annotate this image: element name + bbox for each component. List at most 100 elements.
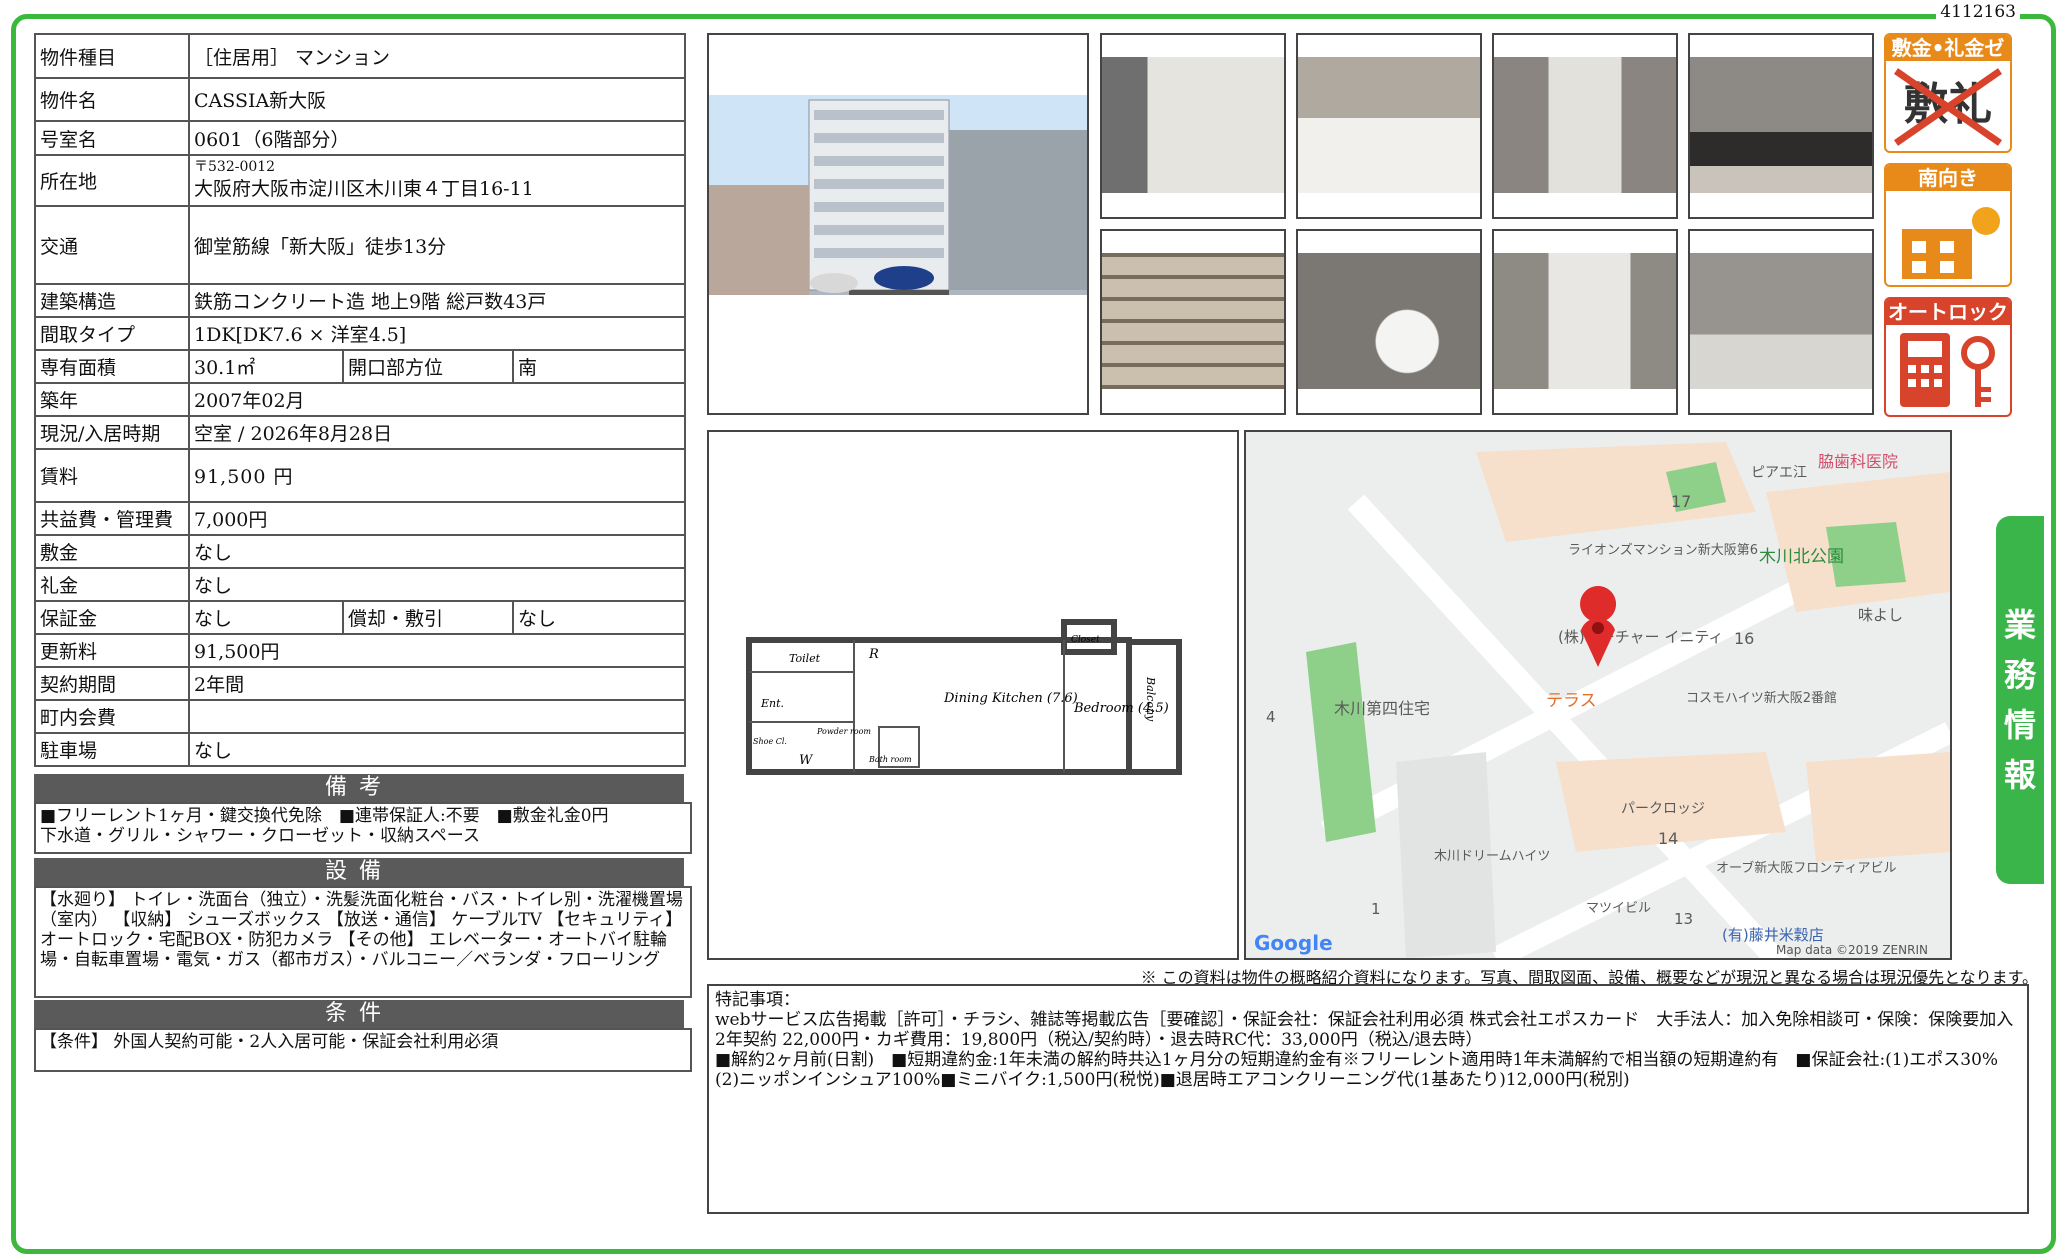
map-drawing: ピアエ江 脇歯科医院 17 ライオンズマンション新大阪第6 木川北公園 味よし … xyxy=(1246,432,1950,958)
community-fee-value xyxy=(187,699,687,734)
mgmt-fee-label: 共益費・管理費 xyxy=(34,501,190,536)
special-notes-line-1: webサービス広告掲載［許可］・チラシ、雑誌等掲載広告［要確認］・保証会社：保証… xyxy=(715,1010,2019,1050)
room-value: 0601（6階部分） xyxy=(187,120,687,156)
facing-value: 南 xyxy=(511,349,687,384)
map-label-3: ライオンズマンション新大阪第6 xyxy=(1568,542,1758,558)
map-label-1: 脇歯科医院 xyxy=(1818,452,1898,471)
equipment-text: 【水廻り】 トイレ・洗面台（独立）・洗髪洗面化粧台・バス・トイレ別・洗濯機置場（… xyxy=(34,886,692,998)
transit-value: 御堂筋線「新大阪」徒歩13分 xyxy=(187,205,687,285)
south-facing-badge: 南向き xyxy=(1884,163,2012,287)
cross-icon xyxy=(1894,68,2002,146)
area-label: 専有面積 xyxy=(34,349,190,384)
amortization-value: なし xyxy=(511,600,687,635)
layout-label: 間取タイプ xyxy=(34,316,190,351)
room-photo-closet xyxy=(1100,33,1286,219)
map-label-10: 4 xyxy=(1266,708,1276,726)
fp-closet: Closet xyxy=(1071,635,1100,645)
room-photo-bathroom xyxy=(1688,229,1874,415)
equipment-header: 設備 xyxy=(34,858,684,886)
structure-label: 建築構造 xyxy=(34,283,190,318)
map-label-0: ピアエ江 xyxy=(1751,465,1807,481)
status-value: 空室 / 2026年8月28日 xyxy=(187,415,687,450)
special-notes-line-2: ■解約2ヶ月前(日割) ■短期違約金:1年未満の解約時共込1ヶ月分の短期違約金有… xyxy=(715,1050,1999,1090)
special-notes: 特記事項： webサービス広告掲載［許可］・チラシ、雑誌等掲載広告［要確認］・保… xyxy=(707,984,2029,1214)
map-label-16: 1 xyxy=(1371,900,1381,918)
location-map[interactable]: ピアエ江 脇歯科医院 17 ライオンズマンション新大阪第6 木川北公園 味よし … xyxy=(1244,430,1952,960)
map-label-5: 味よし xyxy=(1858,606,1903,624)
room-photo-kitchen xyxy=(1296,33,1482,219)
fp-shoe-closet: Shoe Cl. xyxy=(753,737,787,746)
status-label: 現況/入居時期 xyxy=(34,415,190,450)
parking-label: 駐車場 xyxy=(34,732,190,767)
room-photo-laundry xyxy=(1688,33,1874,219)
map-label-15: オーブ新大阪フロンティアビル xyxy=(1716,860,1896,876)
floor-plan: Toilet Ent. Shoe Cl. Powder room W Bath … xyxy=(707,430,1239,960)
room-photo-toilet xyxy=(1296,229,1482,415)
address-label: 所在地 xyxy=(34,154,190,207)
autolock-title: オートロック xyxy=(1886,299,2010,325)
map-attribution: Map data ©2019 ZENRIN xyxy=(1776,943,1928,957)
map-label-8: テラス xyxy=(1546,691,1597,711)
room-label: 号室名 xyxy=(34,120,190,156)
map-label-13: 14 xyxy=(1658,829,1678,848)
fp-washer: W xyxy=(799,753,814,768)
map-label-6: 16 xyxy=(1734,629,1754,648)
map-label-11: 木川第四住宅 xyxy=(1334,699,1430,718)
contract-label: 契約期間 xyxy=(34,666,190,701)
contract-value: 2年間 xyxy=(187,666,687,701)
type-value: ［住居用］ マンション xyxy=(187,33,687,79)
transit-label: 交通 xyxy=(34,205,190,285)
conditions-header: 条件 xyxy=(34,1000,684,1028)
type-label: 物件種目 xyxy=(34,33,190,79)
fp-toilet: Toilet xyxy=(789,652,821,665)
mgmt-fee-value: 7,000円 xyxy=(187,501,687,536)
map-label-18: 13 xyxy=(1674,910,1693,928)
room-photo-entrance xyxy=(1492,33,1678,219)
autolock-badge: オートロック xyxy=(1884,297,2012,417)
rent-value: 91,500 円 xyxy=(187,448,687,503)
conditions-text: 【条件】 外国人契約可能・2人入居可能・保証会社利用必須 xyxy=(34,1028,692,1072)
building-illustration xyxy=(709,95,1087,295)
community-fee-label: 町内会費 xyxy=(34,699,190,734)
structure-value: 鉄筋コンクリート造 地上9階 総戸数43戸 xyxy=(187,283,687,318)
layout-value: 1DK[DK7.6 × 洋室4.5] xyxy=(187,316,687,351)
map-label-14: 木川ドリームハイツ xyxy=(1434,849,1550,864)
renewal-value: 91,500円 xyxy=(187,633,687,668)
deposit-label: 敷金 xyxy=(34,534,190,569)
property-spec-table: 物件種目 ［住居用］ マンション 物件名 CASSIA新大阪 号室名 0601（6階部… xyxy=(34,33,687,767)
document-id: 4112163 xyxy=(1936,2,2020,22)
remarks-text: ■フリーレント1ヶ月・鍵交換代免除 ■連帯保証人:不要 ■敷金礼金0円 下水道・… xyxy=(34,802,692,854)
side-tab-char-0: 業 xyxy=(2003,606,2036,644)
side-tab-char-2: 情 xyxy=(2003,706,2036,744)
room-photo-vanity xyxy=(1492,229,1678,415)
postal-code: 〒532-0012 xyxy=(194,159,276,175)
fp-balcony: Balcony xyxy=(1144,676,1157,722)
side-tab-char-1: 務 xyxy=(2003,656,2036,694)
map-label-9: コスモハイツ新大阪2番館 xyxy=(1686,690,1837,706)
guarantee-value: なし xyxy=(188,600,344,635)
map-label-4: 木川北公園 xyxy=(1759,547,1844,567)
renewal-label: 更新料 xyxy=(34,633,190,668)
remarks-header: 備考 xyxy=(34,774,684,802)
zero-deposit-title: 敷金•礼金ゼロ xyxy=(1886,35,2010,86)
zero-deposit-badge: 敷金•礼金ゼロ 敷礼 xyxy=(1884,33,2012,153)
house-sun-icon xyxy=(1902,207,2000,279)
fp-bath-room: Bath room xyxy=(868,755,912,764)
guarantee-label: 保証金 xyxy=(34,600,190,635)
parking-value: なし xyxy=(187,732,687,767)
facing-label: 開口部方位 xyxy=(342,349,514,384)
special-notes-heading: 特記事項： xyxy=(715,990,800,1010)
rent-label: 賃料 xyxy=(34,448,190,503)
fp-entrance: Ent. xyxy=(760,697,784,710)
deposit-value: なし xyxy=(187,534,687,569)
area-value: 30.1㎡ xyxy=(188,349,344,384)
map-label-17: マツイビル xyxy=(1586,901,1651,916)
building-photo xyxy=(707,33,1089,415)
name-value: CASSIA新大阪 xyxy=(187,77,687,122)
built-label: 築年 xyxy=(34,382,190,417)
key-money-label: 礼金 xyxy=(34,567,190,602)
key-money-value: なし xyxy=(187,567,687,602)
floor-plan-drawing: Toilet Ent. Shoe Cl. Powder room W Bath … xyxy=(746,619,1182,775)
business-info-tab[interactable]: 業 務 情 報 xyxy=(1996,516,2044,884)
amortization-label: 償却・敷引 xyxy=(342,600,514,635)
